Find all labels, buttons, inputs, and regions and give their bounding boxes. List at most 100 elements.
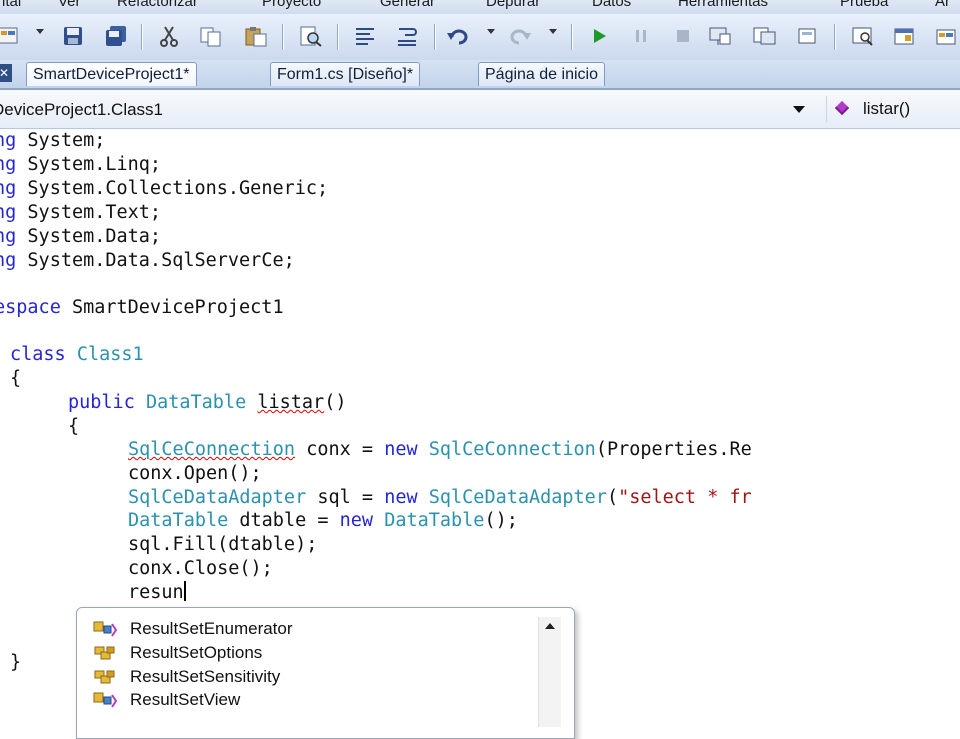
device-window-button[interactable] [752,23,778,49]
member-selector[interactable]: listar() [826,96,960,122]
code-text: conx = [295,439,385,460]
menu-bar: ital Ver Refactorizar Proyecto Generar D… [0,0,960,14]
break-all-button[interactable] [628,23,654,49]
code-type: Class1 [76,344,144,365]
connect-device-button[interactable] [708,23,734,49]
code-string: "select * fr [618,487,752,508]
device-window-icon [753,27,776,45]
menu-item-ver[interactable]: Ver [58,0,81,10]
code-line: conx.Close(); [128,558,273,579]
menu-item-herramientas[interactable]: Herramientas [678,0,768,10]
device-options-button[interactable] [795,23,821,49]
copy-button[interactable] [198,23,224,49]
completion-item[interactable]: ResultSetView [90,688,530,712]
code-line: ng System.Collections.Generic; [0,177,328,201]
code-keyword: public [68,392,135,413]
save-button[interactable] [60,23,86,49]
stop-debugging-button[interactable] [670,23,696,49]
redo-dropdown-icon[interactable] [549,29,557,34]
menu-item-refactorizar[interactable]: Refactorizar [117,0,198,10]
play-icon [594,29,606,43]
paste-icon [245,27,267,47]
toolbox-button[interactable] [934,23,960,49]
pause-icon [636,30,646,42]
chevron-down-icon[interactable] [793,106,805,113]
undo-icon [447,29,468,45]
save-all-button[interactable] [103,23,129,49]
scroll-up-icon[interactable] [545,623,555,629]
redo-button[interactable] [507,23,533,49]
add-item-button[interactable] [0,23,22,49]
menu-item-prueba[interactable]: Prueba [840,0,888,10]
code-text: SmartDeviceProject1 [60,297,284,318]
tab-form1-design[interactable]: Form1.cs [Diseño]* [270,62,421,86]
add-item-dropdown-icon[interactable] [36,29,44,34]
toolbar-separator [141,24,142,50]
code-line: { [68,416,80,437]
code-text: sql = [306,487,385,508]
code-type: SqlCeConnection [128,439,296,460]
class-selector-value: DeviceProject1.Class1 [0,100,164,119]
code-keyword: new [339,510,374,531]
comment-lines-icon [356,28,374,45]
code-line: ng System.Text; [0,201,161,225]
undo-dropdown-icon[interactable] [487,29,495,34]
toolbar-separator [282,24,283,50]
completion-item[interactable]: ResultSetEnumerator [90,617,530,641]
code-keyword: ng [0,178,17,199]
code-type: DataTable [384,510,485,531]
device-options-icon [798,28,816,44]
code-method-name: listar [257,392,325,413]
code-line: ng System.Data; [0,225,161,249]
cut-button[interactable] [156,23,182,49]
completion-item[interactable]: ResultSetSensitivity [90,665,530,689]
code-text: System.Text; [16,202,162,223]
code-text: System.Collections.Generic; [16,178,329,199]
uncomment-button[interactable] [394,23,420,49]
menu-item-tal[interactable]: ital [2,0,21,10]
enum-icon [94,670,115,684]
code-line: } [10,652,22,673]
save-icon [64,27,82,45]
code-line: ng System; [0,129,105,153]
toolbar-separator [337,24,338,50]
redo-icon [510,29,531,45]
find-in-files-icon [300,26,322,47]
properties-button[interactable] [892,23,918,49]
code-keyword: ng [0,250,17,271]
toolbar-separator [571,24,572,50]
code-line: class Class1 [10,343,144,367]
stop-icon [677,30,689,42]
paste-button[interactable] [243,23,269,49]
class-selector[interactable]: DeviceProject1.Class1 [0,98,812,122]
menu-item-datos[interactable]: Datos [592,0,631,10]
code-text: System.Linq; [16,154,162,175]
solution-explorer-button[interactable] [850,23,876,49]
enum-icon [94,646,115,660]
code-line: ng System.Linq; [0,153,161,177]
completion-scrollbar[interactable] [538,617,561,727]
completion-item[interactable]: ResultSetOptions [90,641,530,665]
code-text: ( [606,487,619,508]
menu-item-generar[interactable]: Generar [380,0,435,10]
save-all-icon [106,26,126,46]
tab-smartdeviceproject1[interactable]: SmartDeviceProject1* [26,62,197,86]
menu-item-depurar[interactable]: Depurar [486,0,540,10]
menu-item-proyecto[interactable]: Proyecto [262,0,321,10]
menu-item-ar[interactable]: Ar [935,0,950,10]
comment-out-button[interactable] [352,23,378,49]
tab-start-page[interactable]: Página de inicio [478,62,605,86]
code-text: dtable = [228,510,340,531]
code-line: public DataTable listar() [68,391,346,415]
toolbar-separator [434,24,435,50]
code-line: conx.Open(); [128,463,262,484]
find-button[interactable] [298,23,324,49]
tab-list-icon[interactable]: ✕ [0,64,12,82]
code-keyword: ng [0,130,17,151]
undo-button[interactable] [445,23,471,49]
completion-item-label: ResultSetSensitivity [130,667,281,686]
code-text: System.Data.SqlServerCe; [16,250,295,271]
start-debugging-button[interactable] [586,23,612,49]
document-tabs: ✕ SmartDeviceProject1* Form1.cs [Diseño]… [0,60,960,90]
code-keyword: espace [0,297,61,318]
